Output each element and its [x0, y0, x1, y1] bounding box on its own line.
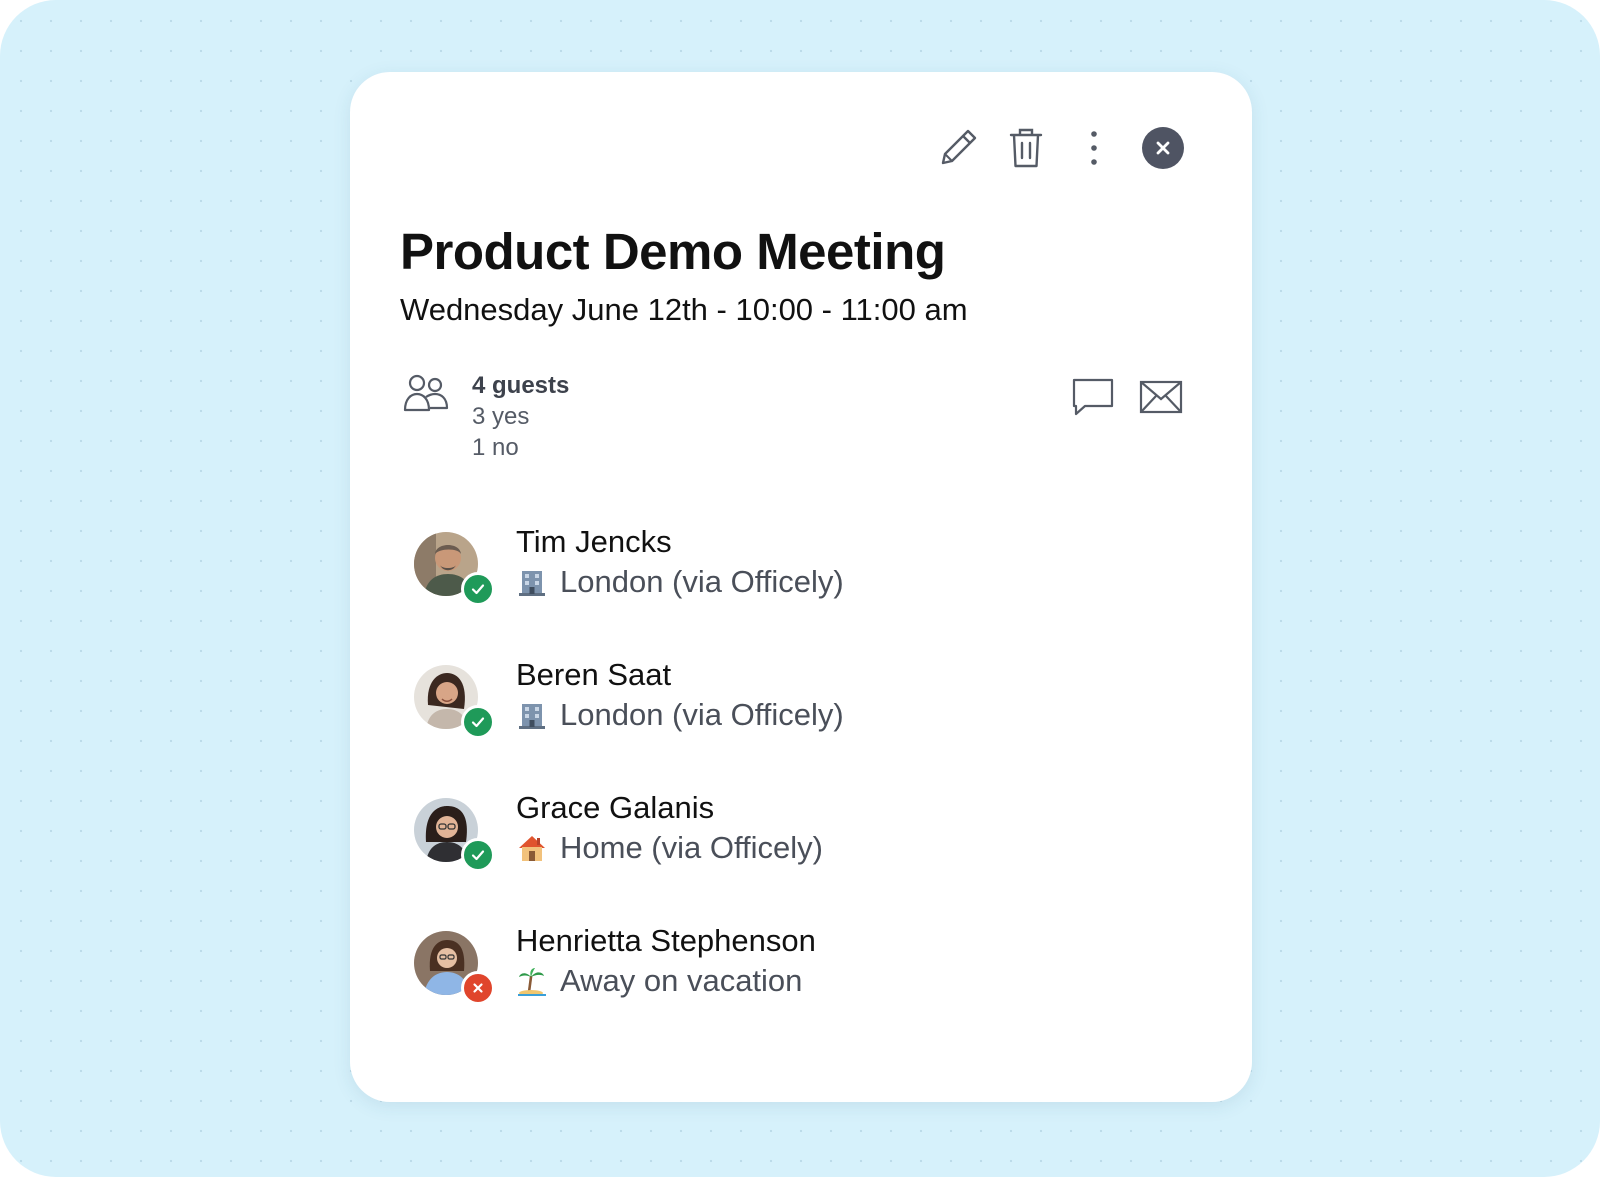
attendee-list: Tim Jencks London (via Officely) Beren S…: [414, 524, 1194, 1056]
attendee-row[interactable]: Tim Jencks London (via Officely): [414, 524, 1194, 657]
attendee-location: London (via Officely): [516, 564, 844, 600]
palm-island-icon: [516, 965, 548, 997]
accepted-badge: [461, 572, 495, 606]
attendee-name: Grace Galanis: [516, 790, 715, 825]
card-toolbar: [914, 124, 1184, 172]
accepted-badge: [461, 838, 495, 872]
trash-icon: [1009, 128, 1043, 168]
pencil-icon: [941, 129, 977, 165]
attendee-location-text: Away on vacation: [560, 963, 803, 998]
attendee-location-text: Home (via Officely): [560, 830, 823, 865]
guests-no-count: 1 no: [472, 434, 519, 461]
office-building-icon: [516, 699, 548, 731]
more-vertical-icon: [1091, 131, 1097, 165]
attendee-row[interactable]: Henrietta Stephenson Away on vacation: [414, 923, 1194, 1056]
email-guests-button[interactable]: [1138, 374, 1184, 420]
event-details-card: Product Demo Meeting Wednesday June 12th…: [350, 72, 1252, 1102]
office-building-icon: [516, 566, 548, 598]
edit-button[interactable]: [934, 124, 982, 172]
checkmark-icon: [471, 717, 485, 728]
attendee-name: Tim Jencks: [516, 524, 672, 559]
declined-badge: [461, 971, 495, 1005]
x-icon: [473, 983, 483, 993]
guests-text: 4 guests 3 yes 1 no: [472, 370, 569, 463]
attendee-row[interactable]: Beren Saat London (via Officely): [414, 657, 1194, 790]
checkmark-icon: [471, 850, 485, 861]
close-button[interactable]: [1142, 127, 1184, 169]
house-icon: [516, 832, 548, 864]
attendee-row[interactable]: Grace Galanis Home (via Officely): [414, 790, 1194, 923]
message-guests-button[interactable]: [1070, 374, 1116, 420]
attendee-location: London (via Officely): [516, 697, 844, 733]
page-background: Product Demo Meeting Wednesday June 12th…: [0, 0, 1600, 1177]
event-title: Product Demo Meeting: [400, 223, 946, 280]
people-icon: [402, 372, 450, 421]
chat-icon: [1072, 378, 1114, 416]
delete-button[interactable]: [1002, 124, 1050, 172]
attendee-location-text: London (via Officely): [560, 697, 844, 732]
guests-yes-count: 3 yes: [472, 403, 530, 430]
guest-actions: [1070, 374, 1184, 420]
guests-summary: 4 guests 3 yes 1 no: [402, 370, 569, 463]
guests-count: 4 guests: [472, 372, 570, 399]
checkmark-icon: [471, 584, 485, 595]
mail-icon: [1139, 380, 1183, 414]
attendee-location-text: London (via Officely): [560, 564, 844, 599]
attendee-name: Henrietta Stephenson: [516, 923, 816, 958]
accepted-badge: [461, 705, 495, 739]
attendee-name: Beren Saat: [516, 657, 672, 692]
more-options-button[interactable]: [1070, 124, 1118, 172]
attendee-location: Home (via Officely): [516, 830, 823, 866]
close-icon: [1156, 141, 1170, 155]
attendee-location: Away on vacation: [516, 963, 802, 999]
event-datetime: Wednesday June 12th - 10:00 - 11:00 am: [400, 292, 968, 327]
